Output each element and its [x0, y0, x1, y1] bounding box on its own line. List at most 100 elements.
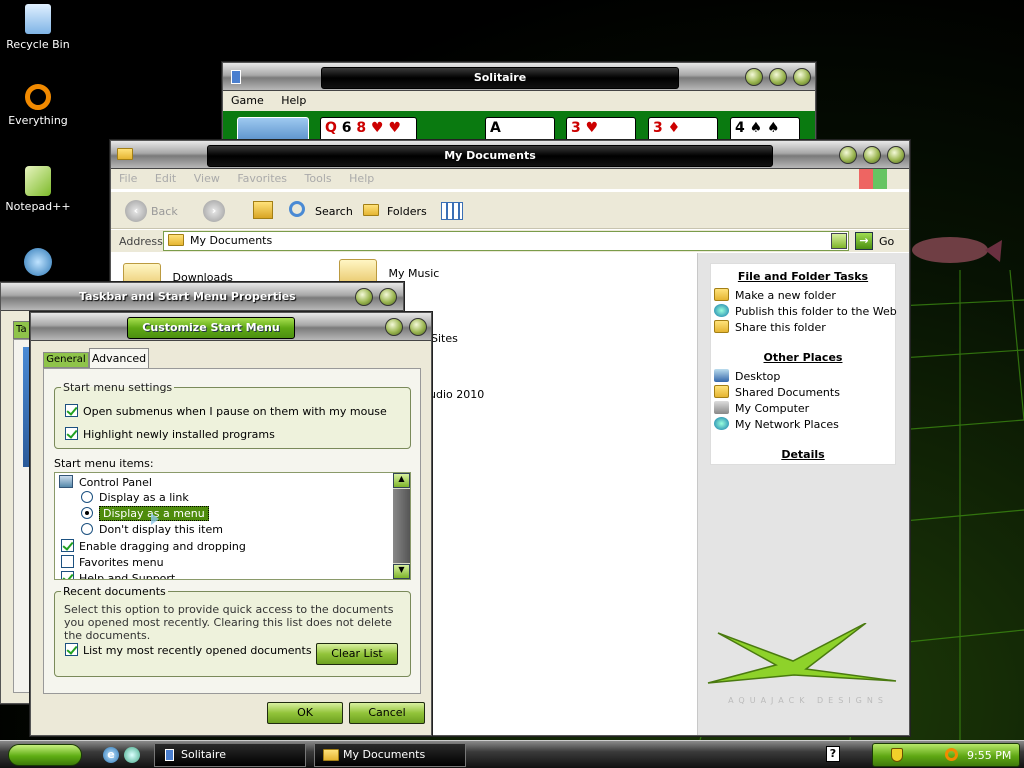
close-button[interactable] [793, 68, 811, 86]
help-icon[interactable]: ? [826, 746, 840, 762]
customize-start-menu-window[interactable]: Customize Start Menu General Advanced St… [30, 312, 432, 736]
details-header[interactable]: Details [710, 448, 896, 461]
place-desktop[interactable]: Desktop [714, 369, 780, 383]
radio[interactable] [81, 523, 93, 535]
setting-list-recent[interactable]: List my most recently opened documents [65, 643, 312, 657]
menu-view[interactable]: View [194, 172, 220, 185]
tab-advanced[interactable]: Advanced [89, 348, 149, 369]
preview-strip [23, 347, 29, 467]
back-icon[interactable]: ‹ [125, 200, 147, 222]
help-button[interactable] [385, 318, 403, 336]
checkbox[interactable] [65, 404, 78, 417]
quick-launch-icon[interactable] [124, 747, 140, 763]
list-scrollbar[interactable]: ▲ ▼ [393, 473, 410, 579]
taskbar-properties-titlebar[interactable]: Taskbar and Start Menu Properties [1, 283, 403, 311]
maximize-button[interactable] [769, 68, 787, 86]
back-button[interactable]: Back [151, 205, 178, 218]
menu-edit[interactable]: Edit [155, 172, 176, 185]
desktop-icon-recycle-bin[interactable]: Recycle Bin [0, 4, 76, 51]
close-button[interactable] [379, 288, 397, 306]
desktop-icon-notepad[interactable]: Notepad++ [0, 166, 76, 213]
taskbar-item-my-documents[interactable]: My Documents [314, 743, 466, 767]
list-item[interactable]: Control Panel [59, 475, 152, 489]
scroll-thumb[interactable] [393, 489, 410, 563]
clock[interactable]: 9:55 PM [967, 749, 1011, 762]
menu-help[interactable]: Help [349, 172, 374, 185]
places-header[interactable]: Other Places [710, 351, 896, 364]
mouse-cursor-icon [151, 513, 159, 525]
menu-favorites[interactable]: Favorites [237, 172, 287, 185]
desktop-icon-label: Notepad++ [5, 200, 71, 213]
start-button[interactable] [8, 744, 82, 766]
taskbar: e Solitaire My Documents ? 9:55 PM [0, 740, 1024, 768]
menu-help[interactable]: Help [281, 94, 306, 107]
list-item[interactable]: Favorites menu [61, 555, 164, 569]
checkbox[interactable] [65, 643, 78, 656]
start-menu-items-list[interactable]: Control Panel Display as a link Display … [54, 472, 411, 580]
list-item[interactable]: Enable dragging and dropping [61, 539, 246, 553]
search-button[interactable]: Search [315, 205, 353, 218]
customize-titlebar[interactable]: Customize Start Menu [31, 313, 431, 341]
desktop-icon-app[interactable] [0, 248, 76, 280]
new-folder-icon [714, 288, 729, 301]
address-dropdown-icon[interactable] [831, 233, 847, 249]
app-icon [24, 248, 52, 276]
my-documents-titlebar[interactable]: My Documents [111, 141, 909, 169]
up-folder-icon[interactable] [253, 201, 273, 219]
task-make-folder[interactable]: Make a new folder [714, 288, 836, 302]
internet-explorer-icon[interactable]: e [103, 747, 119, 763]
checkbox[interactable] [61, 539, 74, 552]
file-label[interactable]: udio 2010 [429, 388, 484, 401]
radio[interactable] [81, 491, 93, 503]
close-button[interactable] [887, 146, 905, 164]
solitaire-titlebar[interactable]: Solitaire [223, 63, 815, 91]
tab-general[interactable]: General [43, 352, 89, 368]
watermark: AQUAJACK DESIGNS [728, 696, 888, 705]
menu-tools[interactable]: Tools [305, 172, 332, 185]
place-network[interactable]: My Network Places [714, 417, 839, 431]
go-button[interactable]: Go [879, 235, 894, 248]
folders-button[interactable]: Folders [387, 205, 427, 218]
minimize-button[interactable] [839, 146, 857, 164]
list-item[interactable]: Help and Support [61, 571, 175, 579]
help-button[interactable] [355, 288, 373, 306]
close-button[interactable] [409, 318, 427, 336]
taskbar-item-solitaire[interactable]: Solitaire [154, 743, 306, 767]
forward-icon[interactable]: › [203, 200, 225, 222]
scroll-down-icon[interactable]: ▼ [393, 564, 410, 579]
folder-icon [323, 749, 339, 761]
menu-file[interactable]: File [119, 172, 137, 185]
folders-icon[interactable] [363, 204, 379, 216]
desktop-icon-everything[interactable]: Everything [0, 84, 76, 127]
scroll-up-icon[interactable]: ▲ [393, 473, 410, 488]
computer-icon [714, 401, 729, 414]
maximize-button[interactable] [863, 146, 881, 164]
address-input[interactable]: My Documents [163, 231, 849, 251]
file-label[interactable]: Sites [431, 332, 458, 345]
list-item-selected[interactable]: Display as a menu [81, 506, 209, 521]
views-icon[interactable] [441, 202, 463, 220]
security-shield-icon[interactable] [891, 748, 903, 762]
task-share-folder[interactable]: Share this folder [714, 320, 826, 334]
search-tray-icon[interactable] [945, 748, 958, 761]
solitaire-icon [165, 749, 174, 761]
task-publish-web[interactable]: Publish this folder to the Web [714, 304, 897, 318]
go-icon[interactable]: → [855, 232, 873, 250]
minimize-button[interactable] [745, 68, 763, 86]
place-shared-documents[interactable]: Shared Documents [714, 385, 840, 399]
radio[interactable] [81, 507, 93, 519]
checkbox[interactable] [61, 555, 74, 568]
clear-list-button[interactable]: Clear List [316, 643, 398, 665]
ok-button[interactable]: OK [267, 702, 343, 724]
tasks-header[interactable]: File and Folder Tasks [710, 270, 896, 283]
checkbox[interactable] [61, 571, 74, 579]
checkbox[interactable] [65, 427, 78, 440]
setting-highlight-new[interactable]: Highlight newly installed programs [65, 427, 275, 441]
menu-game[interactable]: Game [231, 94, 264, 107]
cancel-button[interactable]: Cancel [349, 702, 425, 724]
search-icon[interactable] [289, 201, 305, 217]
setting-open-submenus[interactable]: Open submenus when I pause on them with … [65, 404, 387, 418]
place-my-computer[interactable]: My Computer [714, 401, 809, 415]
solitaire-window[interactable]: Solitaire Game Help Q 6 8 ♥ ♥ A♣ 3 ♥ 3 ♦… [222, 62, 816, 152]
list-item[interactable]: Display as a link [81, 491, 189, 504]
